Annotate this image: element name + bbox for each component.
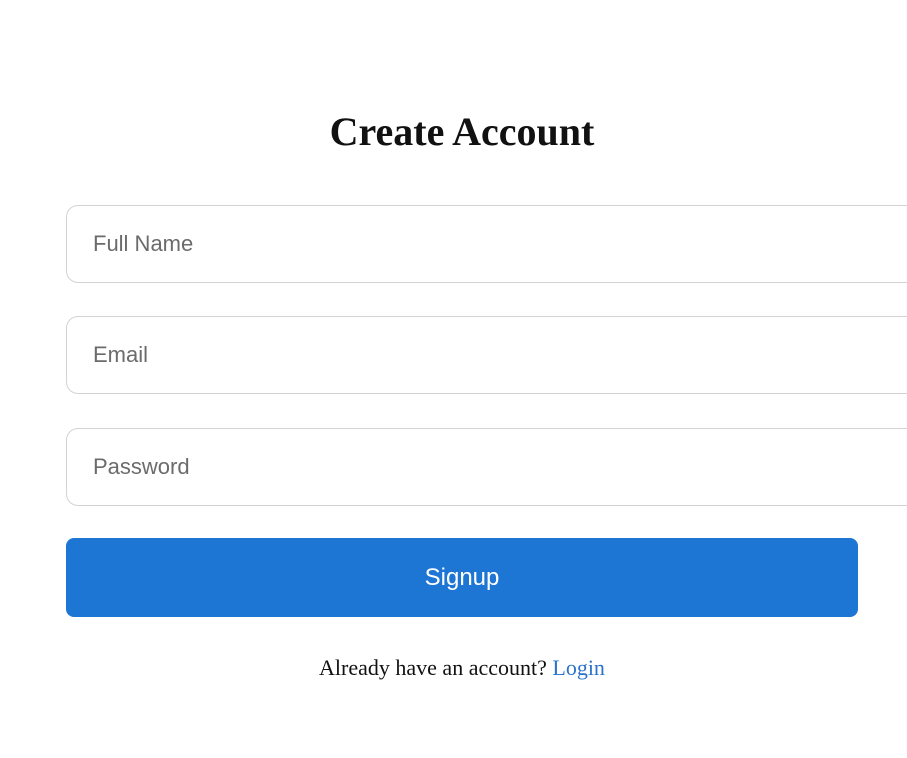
- password-field[interactable]: [66, 428, 907, 506]
- email-field[interactable]: [66, 316, 907, 394]
- full-name-field[interactable]: [66, 205, 907, 283]
- page-title: Create Account: [329, 109, 595, 154]
- login-prompt-text: Already have an account?: [319, 655, 547, 680]
- signup-button[interactable]: Signup: [66, 538, 858, 617]
- login-link[interactable]: Login: [552, 655, 605, 680]
- signup-card: Create Account Signup Already have an ac…: [0, 0, 907, 758]
- login-prompt-row: Already have an account? Login: [0, 654, 907, 682]
